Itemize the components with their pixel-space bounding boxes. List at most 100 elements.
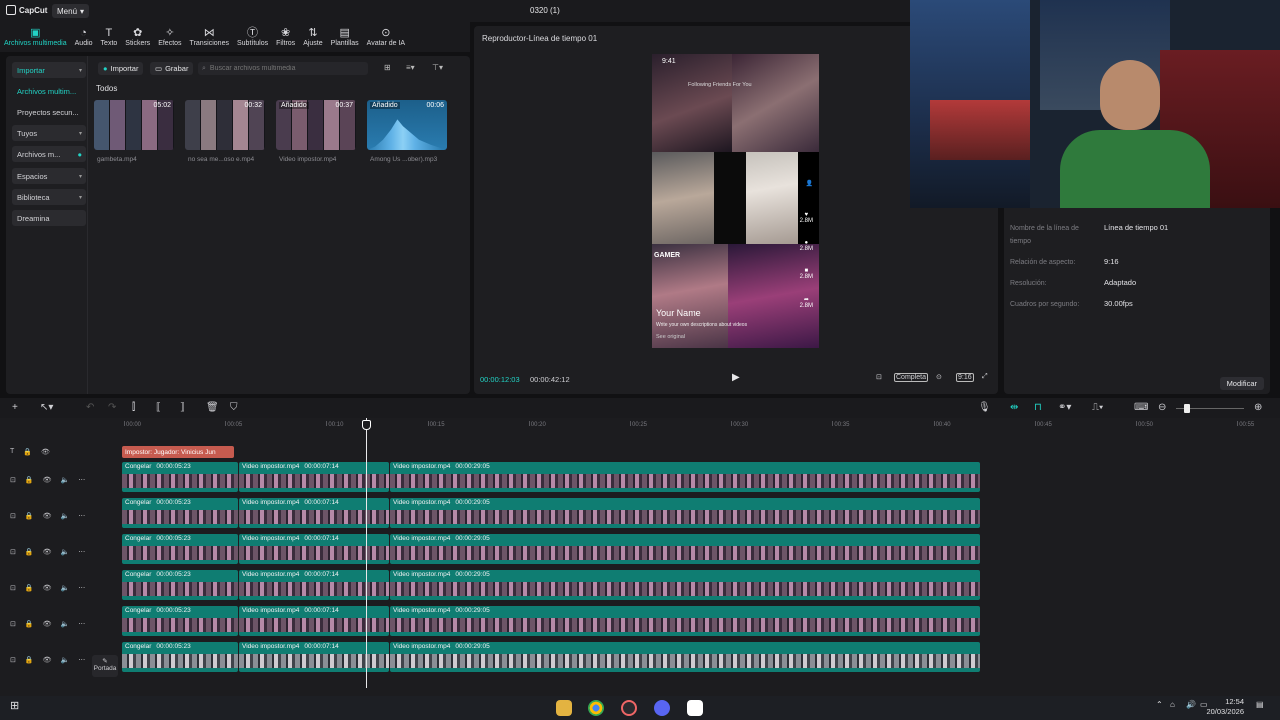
video-clip[interactable]: Congelar 00:00:05:23 (122, 462, 238, 492)
eye-icon[interactable]: 👁 (43, 620, 52, 628)
cover-button[interactable]: ✎ Portada (92, 655, 118, 677)
capcut-app-icon[interactable] (687, 700, 703, 716)
sidebar-item[interactable]: Espacios ▾ (12, 168, 86, 184)
media-thumbnail[interactable]: Añadido 00:06 (367, 100, 447, 150)
track-thumbnail-icon[interactable]: ⊡ (10, 584, 16, 592)
more-icon[interactable]: ⋯ (78, 512, 85, 520)
lock-icon[interactable]: 🔒 (25, 476, 34, 484)
toolbar-text[interactable]: T Texto (97, 22, 122, 52)
chain-icon[interactable]: ⚭▾ (1058, 402, 1071, 413)
notification-icon[interactable]: ▤ (1256, 700, 1264, 709)
play-button[interactable]: ▶ (732, 372, 740, 383)
delete-icon[interactable]: 🗑 (206, 402, 219, 413)
zoom-slider-handle[interactable] (1184, 404, 1190, 413)
lock-icon[interactable]: 🔒 (25, 548, 34, 556)
trim-right-icon[interactable]: ⟧ (180, 402, 185, 413)
volume-icon[interactable]: 🔈 (60, 584, 69, 592)
add-icon[interactable]: + (12, 402, 18, 413)
record-button[interactable]: ▭ Grabar (150, 62, 194, 75)
eye-icon[interactable]: 👁 (43, 656, 52, 664)
video-clip[interactable]: Congelar 00:00:05:23 (122, 498, 238, 528)
toolbar-template[interactable]: ▤ Plantillas (327, 22, 363, 52)
sidebar-item[interactable]: Biblioteca ▾ (12, 189, 86, 205)
media-search-input[interactable] (209, 65, 360, 72)
text-clip[interactable]: Impostor: Jugador: Vinicius Jun (122, 446, 234, 458)
lock-icon[interactable]: 🔒 (23, 448, 32, 456)
toolbar-filter[interactable]: ❀ Filtros (272, 22, 299, 52)
toolbar-transition[interactable]: ⋈ Transiciones (186, 22, 233, 52)
preview-axis-icon[interactable]: ⎍▾ (1092, 402, 1103, 413)
fullscreen-icon[interactable]: ⤢ (982, 373, 988, 381)
playhead-handle[interactable] (362, 420, 371, 430)
link-track-icon[interactable]: ⇹ (1010, 402, 1018, 413)
discord-icon[interactable] (654, 700, 670, 716)
video-clip[interactable]: Video impostor.mp4 00:00:29:05 (390, 606, 980, 636)
volume-icon[interactable]: 🔊 (1186, 700, 1196, 709)
clock[interactable]: 12:54 20/03/2026 (1204, 697, 1244, 717)
eye-icon[interactable]: 👁 (43, 476, 52, 484)
magnet-icon[interactable]: ⊓ (1034, 402, 1042, 413)
zoom-in-icon[interactable]: ⊕ (1254, 402, 1262, 413)
text-track-icon[interactable]: T (10, 448, 14, 456)
media-search[interactable]: ⌕ (198, 62, 368, 75)
menu-button[interactable]: Menú ▾ (52, 4, 90, 18)
video-clip[interactable]: Video impostor.mp4 00:00:29:05 (390, 570, 980, 600)
track-thumbnail-icon[interactable]: ⊡ (10, 476, 16, 484)
lock-icon[interactable]: 🔒 (25, 656, 34, 664)
file-explorer-icon[interactable] (556, 700, 572, 716)
media-thumbnail[interactable]: 05:02 (94, 100, 174, 150)
video-clip[interactable]: Video impostor.mp4 00:00:29:05 (390, 534, 980, 564)
toolbar-avatar[interactable]: ⊙ Avatar de IA (363, 22, 409, 52)
ratio-button[interactable]: 9:16 (956, 373, 974, 382)
more-icon[interactable]: ⋯ (78, 548, 85, 556)
sidebar-item[interactable]: Dreamina (12, 210, 86, 226)
video-clip[interactable]: Video impostor.mp4 00:00:29:05 (390, 462, 980, 492)
eye-icon[interactable]: 👁 (41, 448, 50, 456)
trim-left-icon[interactable]: ⟦ (156, 402, 161, 413)
toolbar-effects[interactable]: ✧ Efectos (154, 22, 185, 52)
windows-start-icon[interactable]: ⊞ (10, 699, 19, 712)
sort-icon[interactable]: ≡▾ (406, 63, 415, 72)
modify-button[interactable]: Modificar (1219, 377, 1264, 390)
lock-icon[interactable]: 🔒 (25, 620, 34, 628)
video-clip[interactable]: Congelar 00:00:05:23 (122, 570, 238, 600)
zoom-out-icon[interactable]: ⊖ (1158, 402, 1166, 413)
shield-icon[interactable]: ⛉ (230, 402, 238, 413)
split-icon[interactable]: ⫿ (132, 402, 135, 413)
volume-icon[interactable]: 🔈 (60, 512, 69, 520)
more-icon[interactable]: ⋯ (78, 584, 85, 592)
toolbar-media[interactable]: ▣ Archivos multimedia (0, 22, 71, 52)
track-thumbnail-icon[interactable]: ⊡ (10, 548, 16, 556)
video-clip[interactable]: Congelar 00:00:05:23 (122, 606, 238, 636)
eye-icon[interactable]: 👁 (43, 512, 52, 520)
filter-icon[interactable]: ⊤▾ (432, 63, 443, 72)
track-thumbnail-icon[interactable]: ⊡ (10, 656, 16, 664)
media-thumbnail[interactable]: 00:32 (185, 100, 265, 150)
redo-icon[interactable]: ↷ (108, 402, 116, 413)
sidebar-item[interactable]: Archivos multim... (12, 83, 86, 99)
volume-icon[interactable]: 🔈 (60, 476, 69, 484)
import-button[interactable]: ● Importar (98, 62, 144, 75)
more-icon[interactable]: ⋯ (78, 620, 85, 628)
toolbar-subtitle[interactable]: Ⓣ Subtítulos (233, 22, 272, 52)
video-clip[interactable]: Congelar 00:00:05:23 (122, 642, 238, 672)
sidebar-item[interactable]: Archivos m... ● (12, 146, 86, 162)
chrome-icon[interactable] (588, 700, 604, 716)
toolbar-audio[interactable]: ◔ Audio (71, 22, 97, 52)
toolbar-sticker[interactable]: ✿ Stickers (121, 22, 154, 52)
network-icon[interactable]: ⌂ (1170, 700, 1175, 709)
tray-chevron-icon[interactable]: ⌃ (1156, 700, 1163, 709)
eye-icon[interactable]: 👁 (43, 548, 52, 556)
fit-icon[interactable]: ⊙ (936, 373, 942, 381)
microphone-icon[interactable]: 🎙 (978, 402, 991, 413)
video-clip[interactable]: Video impostor.mp4 00:00:29:05 (390, 498, 980, 528)
more-icon[interactable]: ⋯ (78, 656, 85, 664)
media-thumbnail[interactable]: Añadido 00:37 (276, 100, 356, 150)
select-tool-icon[interactable]: ↖▾ (40, 402, 53, 413)
snapshot-icon[interactable]: ⊡ (876, 373, 882, 381)
undo-icon[interactable]: ↶ (86, 402, 94, 413)
quality-button[interactable]: Completa (894, 373, 928, 382)
eye-icon[interactable]: 👁 (43, 584, 52, 592)
sidebar-item[interactable]: Importar ▾ (12, 62, 86, 78)
volume-icon[interactable]: 🔈 (60, 548, 69, 556)
